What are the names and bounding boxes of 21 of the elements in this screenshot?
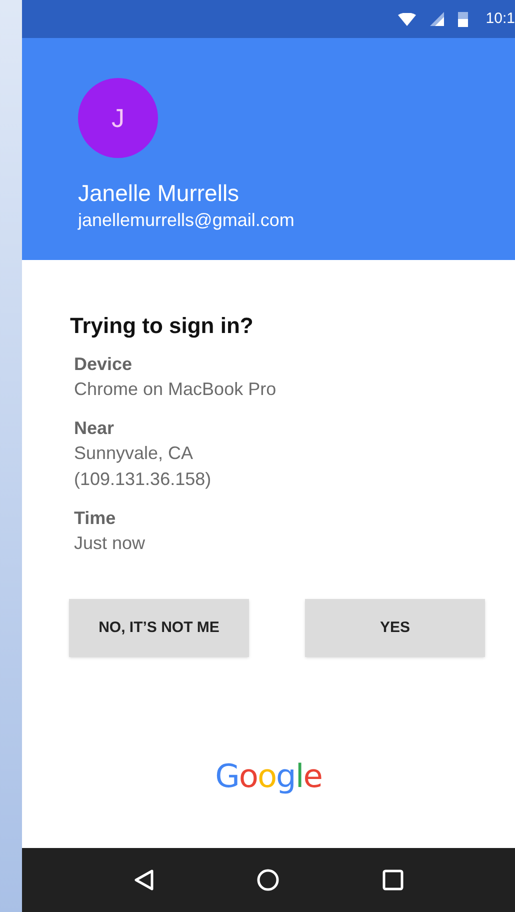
deny-button[interactable]: NO, IT’S NOT ME (69, 599, 249, 657)
prompt-title: Trying to sign in? (70, 312, 254, 340)
battery-icon (458, 11, 468, 27)
back-icon[interactable] (134, 869, 154, 891)
detail-value: (109.131.36.158) (74, 468, 212, 491)
account-email: janellemurrells@gmail.com (78, 209, 294, 232)
detail-value: Sunnyvale, CA (74, 442, 194, 465)
recents-icon[interactable] (382, 869, 404, 891)
wifi-icon (398, 12, 416, 26)
home-icon[interactable] (256, 869, 278, 891)
status-time: 10:1 (486, 8, 515, 29)
detail-label: Time (74, 507, 117, 530)
detail-label: Near (74, 417, 116, 440)
google-logo: Google (215, 756, 322, 796)
detail-label: Device (74, 353, 134, 376)
signal-icon (430, 12, 444, 26)
confirm-button[interactable]: YES (305, 599, 485, 657)
detail-value: Chrome on MacBook Pro (74, 378, 278, 401)
detail-value: Just now (74, 532, 146, 555)
account-name: Janelle Murrells (78, 179, 240, 208)
avatar: J (78, 78, 158, 158)
